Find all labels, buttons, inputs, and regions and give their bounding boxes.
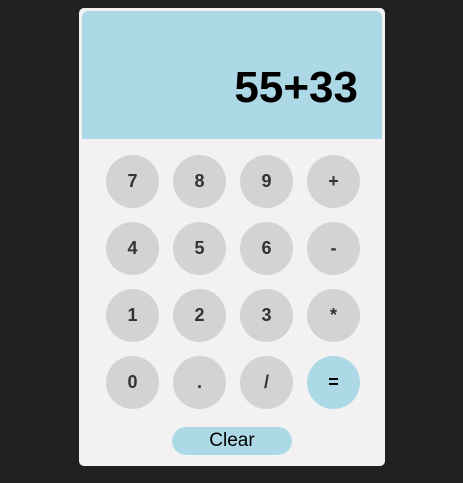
key-8[interactable]: 8 xyxy=(173,155,226,208)
key-6[interactable]: 6 xyxy=(240,222,293,275)
key-decimal[interactable]: . xyxy=(173,356,226,409)
keypad: 7 8 9 + 4 5 6 - 1 2 3 * 0 . / = xyxy=(106,155,360,409)
key-9[interactable]: 9 xyxy=(240,155,293,208)
key-3[interactable]: 3 xyxy=(240,289,293,342)
key-plus[interactable]: + xyxy=(307,155,360,208)
key-minus[interactable]: - xyxy=(307,222,360,275)
key-2[interactable]: 2 xyxy=(173,289,226,342)
key-7[interactable]: 7 xyxy=(106,155,159,208)
key-equals[interactable]: = xyxy=(307,356,360,409)
calculator: 55+33 7 8 9 + 4 5 6 - 1 2 3 * 0 . / = Cl… xyxy=(79,8,385,466)
key-1[interactable]: 1 xyxy=(106,289,159,342)
key-multiply[interactable]: * xyxy=(307,289,360,342)
key-0[interactable]: 0 xyxy=(106,356,159,409)
key-4[interactable]: 4 xyxy=(106,222,159,275)
calculator-display: 55+33 xyxy=(82,11,382,139)
key-divide[interactable]: / xyxy=(240,356,293,409)
key-5[interactable]: 5 xyxy=(173,222,226,275)
clear-button[interactable]: Clear xyxy=(172,427,292,455)
display-expression: 55+33 xyxy=(234,63,358,112)
